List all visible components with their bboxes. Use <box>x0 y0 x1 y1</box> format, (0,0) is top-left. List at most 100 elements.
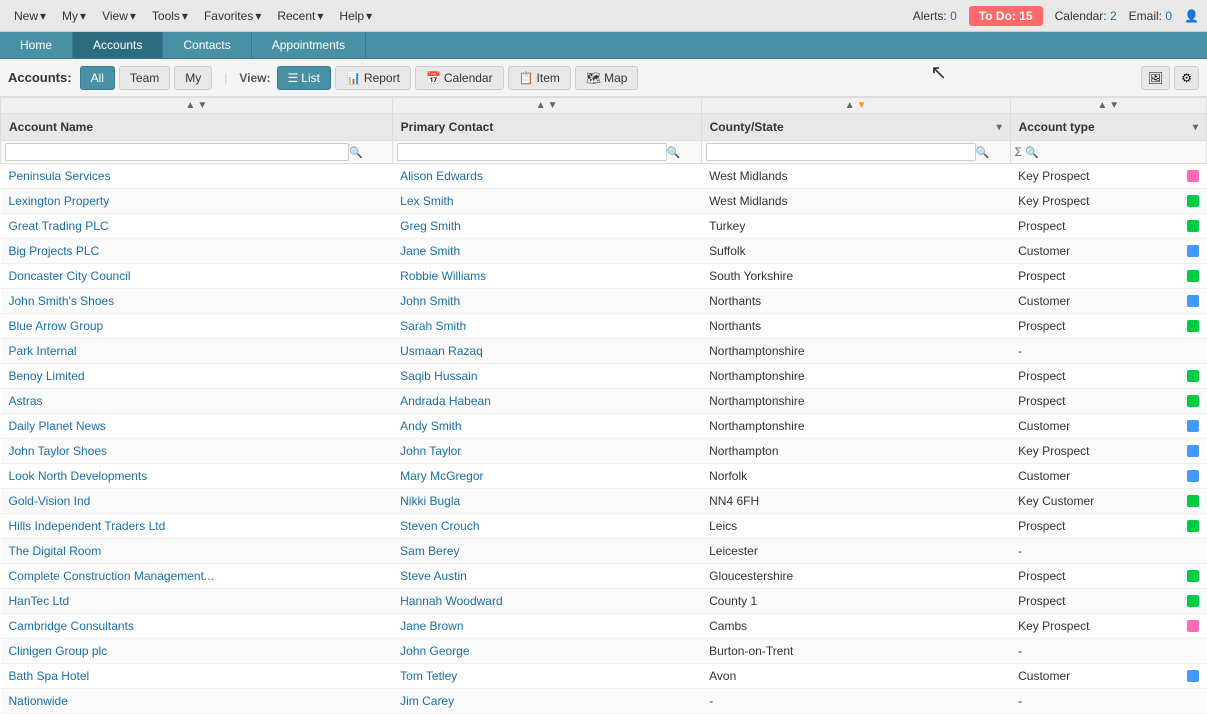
account-link[interactable]: Doncaster City Council <box>9 269 131 283</box>
filter-primary-contact-input[interactable] <box>397 143 667 161</box>
help-menu[interactable]: Help ▾ <box>333 6 378 26</box>
cell-account-type: Prospect <box>1010 564 1206 589</box>
calendar-count[interactable]: 2 <box>1110 9 1117 23</box>
account-link[interactable]: The Digital Room <box>9 544 102 558</box>
contact-link[interactable]: Jim Carey <box>400 694 454 708</box>
contact-link[interactable]: John George <box>400 644 469 658</box>
search-icon-account[interactable]: 🔍 <box>349 146 363 159</box>
contact-link[interactable]: Jane Brown <box>400 619 463 633</box>
cell-account-type: - <box>1010 539 1206 564</box>
search-icon-county[interactable]: 🔍 <box>976 146 990 159</box>
tab-contacts[interactable]: Contacts <box>163 32 251 58</box>
user-icon[interactable]: 👤 <box>1184 9 1199 23</box>
tab-accounts[interactable]: Accounts <box>73 32 163 58</box>
contact-link[interactable]: Nikki Bugla <box>400 494 460 508</box>
account-link[interactable]: Daily Planet News <box>9 419 106 433</box>
sigma-icon[interactable]: Σ <box>1015 145 1022 159</box>
account-link[interactable]: HanTec Ltd <box>9 594 70 608</box>
contact-link[interactable]: Greg Smith <box>400 219 461 233</box>
favorites-menu[interactable]: Favorites ▾ <box>198 6 267 26</box>
report-button[interactable]: 📊 Report <box>335 66 411 90</box>
contact-link[interactable]: Usmaan Razaq <box>400 344 483 358</box>
contact-link[interactable]: Lex Smith <box>400 194 453 208</box>
header-county-state[interactable]: County/State ▾ <box>701 114 1010 141</box>
list-button[interactable]: ☰ List <box>277 66 331 90</box>
account-link[interactable]: Gold-Vision Ind <box>9 494 91 508</box>
all-button[interactable]: All <box>80 66 115 90</box>
sort-account-type[interactable]: ▲▼ <box>1010 98 1206 114</box>
contact-link[interactable]: Mary McGregor <box>400 469 483 483</box>
contact-link[interactable]: Alison Edwards <box>400 169 483 183</box>
contact-link[interactable]: Hannah Woodward <box>400 594 503 608</box>
row-actions: Prospect <box>1018 519 1198 533</box>
contact-link[interactable]: John Taylor <box>400 444 461 458</box>
account-link[interactable]: Bath Spa Hotel <box>9 669 90 683</box>
account-link[interactable]: Complete Construction Management... <box>9 569 214 583</box>
account-link[interactable]: Park Internal <box>9 344 77 358</box>
calendar-text: Calendar: 2 <box>1055 9 1117 23</box>
account-link[interactable]: Big Projects PLC <box>9 244 100 258</box>
county-dropdown-arrow[interactable]: ▾ <box>997 122 1002 133</box>
cell-county-state: Norfolk <box>701 464 1010 489</box>
map-button[interactable]: 🗺 Map <box>575 66 639 90</box>
account-link[interactable]: John Taylor Shoes <box>9 444 108 458</box>
filter-county-state-input[interactable] <box>706 143 976 161</box>
tab-appointments[interactable]: Appointments <box>252 32 366 58</box>
account-link[interactable]: Great Trading PLC <box>9 219 109 233</box>
contact-link[interactable]: Saqib Hussain <box>400 369 477 383</box>
account-type-dropdown-arrow[interactable]: ▾ <box>1193 122 1198 133</box>
account-type-value: Customer <box>1018 419 1179 433</box>
account-link[interactable]: Nationwide <box>9 694 68 708</box>
filter-account-type-cell: Σ 🔍 <box>1010 141 1206 164</box>
calendar-button[interactable]: 📅 Calendar <box>415 66 504 90</box>
contact-link[interactable]: Andrada Habean <box>400 394 491 408</box>
contact-link[interactable]: Sarah Smith <box>400 319 466 333</box>
tab-home[interactable]: Home <box>0 32 73 58</box>
cell-account-name: The Digital Room <box>1 539 393 564</box>
account-link[interactable]: Benoy Limited <box>9 369 85 383</box>
team-button[interactable]: Team <box>119 66 170 90</box>
email-count[interactable]: 0 <box>1165 9 1172 23</box>
sort-primary-contact[interactable]: ▲▼ <box>392 98 701 114</box>
new-menu[interactable]: New ▾ <box>8 6 52 26</box>
filter-account-name-input[interactable] <box>5 143 349 161</box>
account-link[interactable]: Hills Independent Traders Ltd <box>9 519 166 533</box>
recent-menu[interactable]: Recent ▾ <box>271 6 329 26</box>
account-link[interactable]: Astras <box>9 394 43 408</box>
table-row: AstrasAndrada HabeanNorthamptonshirePros… <box>1 389 1207 414</box>
search-icon-type[interactable]: 🔍 <box>1025 146 1039 159</box>
search-icon-contact[interactable]: 🔍 <box>667 146 681 159</box>
alerts-count[interactable]: 0 <box>950 9 957 23</box>
todo-button[interactable]: To Do: 15 <box>969 6 1043 26</box>
contact-link[interactable]: John Smith <box>400 294 460 308</box>
account-link[interactable]: Look North Developments <box>9 469 148 483</box>
my-button[interactable]: My <box>174 66 212 90</box>
cell-account-name: Hills Independent Traders Ltd <box>1 514 393 539</box>
account-link[interactable]: Blue Arrow Group <box>9 319 104 333</box>
cell-county-state: South Yorkshire <box>701 264 1010 289</box>
sort-account-name[interactable]: ▲▼ <box>1 98 393 114</box>
view-menu[interactable]: View ▾ <box>96 6 142 26</box>
sort-county-state[interactable]: ▲▼ <box>701 98 1010 114</box>
account-link[interactable]: Clinigen Group plc <box>9 644 108 658</box>
header-account-type[interactable]: Account type ▾ <box>1010 114 1206 141</box>
account-link[interactable]: Peninsula Services <box>9 169 111 183</box>
item-button[interactable]: 📋 Item <box>508 66 571 90</box>
my-menu[interactable]: My ▾ <box>56 6 92 26</box>
tools-menu[interactable]: Tools ▾ <box>146 6 194 26</box>
contact-link[interactable]: Andy Smith <box>400 419 461 433</box>
header-primary-contact[interactable]: Primary Contact <box>392 114 701 141</box>
contact-link[interactable]: Tom Tetley <box>400 669 457 683</box>
contact-link[interactable]: Steven Crouch <box>400 519 479 533</box>
account-link[interactable]: John Smith's Shoes <box>9 294 115 308</box>
contact-link[interactable]: Robbie Williams <box>400 269 486 283</box>
contact-link[interactable]: Steve Austin <box>400 569 467 583</box>
status-color-dot <box>1187 570 1199 582</box>
settings-button[interactable]: ⚙ <box>1174 66 1199 90</box>
account-link[interactable]: Cambridge Consultants <box>9 619 134 633</box>
header-account-name[interactable]: Account Name <box>1 114 393 141</box>
contact-link[interactable]: Sam Berey <box>400 544 459 558</box>
photo-button[interactable]: 🖼 <box>1141 66 1170 90</box>
account-link[interactable]: Lexington Property <box>9 194 110 208</box>
contact-link[interactable]: Jane Smith <box>400 244 460 258</box>
